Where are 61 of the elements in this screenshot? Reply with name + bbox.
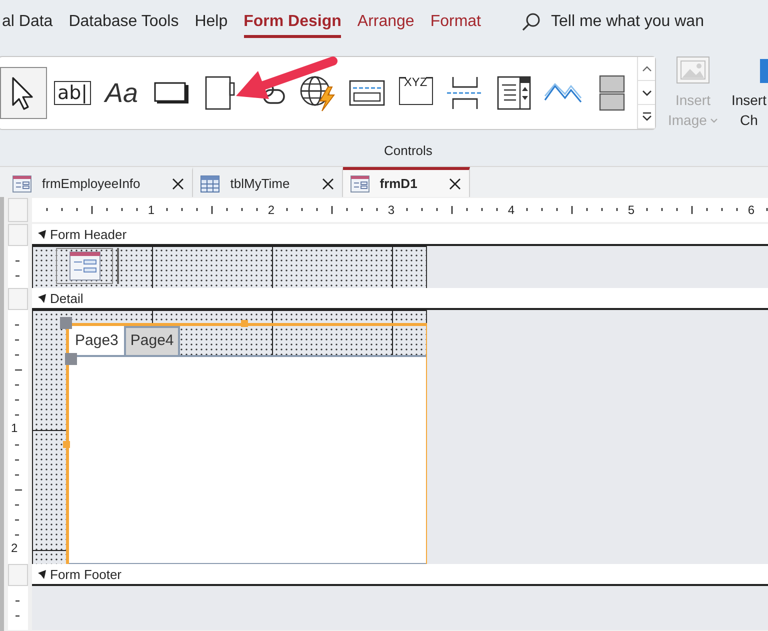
ruler-number: 2 xyxy=(268,203,275,217)
page-tab[interactable]: Page4 xyxy=(124,326,180,355)
move-handle[interactable] xyxy=(60,317,72,329)
tab-control-icon xyxy=(202,75,236,111)
section-title: Detail xyxy=(50,290,84,306)
section-marker-icon xyxy=(37,229,47,239)
section-bar[interactable]: Detail xyxy=(32,288,768,310)
ribbon-tab[interactable]: Database Tools xyxy=(68,6,179,38)
page-tab[interactable]: Page3 xyxy=(69,326,124,355)
close-icon[interactable] xyxy=(449,178,462,190)
tool-button[interactable]: XYZ xyxy=(392,67,439,119)
ruler-number: 1 xyxy=(148,203,155,217)
ruler-number: 1 xyxy=(11,421,18,435)
ruler-number: 5 xyxy=(628,203,635,217)
document-tab[interactable]: frmD1 xyxy=(342,167,470,197)
resize-handle[interactable] xyxy=(63,441,70,448)
section-title: Form Footer xyxy=(50,566,122,582)
chevron-down-icon xyxy=(642,90,652,96)
button-icon xyxy=(152,81,188,105)
ribbon-tab[interactable]: Arrange xyxy=(357,6,414,38)
tool-button[interactable]: Aa xyxy=(98,67,145,119)
window-icon xyxy=(348,78,386,108)
form-icon xyxy=(12,174,32,192)
ribbon-tab[interactable]: Help xyxy=(194,6,228,38)
rectangles-icon xyxy=(598,74,626,112)
tool-button[interactable]: ab| xyxy=(49,67,96,119)
section-bar[interactable]: Form Header xyxy=(32,224,768,246)
ribbon-tab[interactable]: Format xyxy=(430,6,481,38)
move-handle[interactable] xyxy=(65,353,77,365)
page-break-icon xyxy=(446,75,484,111)
more-icon xyxy=(642,112,652,121)
section-marker-icon xyxy=(37,293,47,303)
table-icon xyxy=(200,174,220,192)
form-icon xyxy=(68,251,100,281)
ruler-number: 3 xyxy=(388,203,395,217)
tab-control[interactable]: Page3 Page4 xyxy=(66,323,427,564)
ruler-number: 6 xyxy=(748,203,755,217)
search-icon[interactable] xyxy=(521,12,541,32)
close-icon[interactable] xyxy=(322,178,334,190)
section-bar[interactable]: Form Footer xyxy=(32,564,768,586)
group-label: Controls xyxy=(384,143,432,158)
ribbon-tab[interactable]: al Data xyxy=(2,6,53,38)
ribbon-tab[interactable]: Form Design xyxy=(244,6,342,38)
section-title: Form Header xyxy=(50,226,127,242)
close-icon[interactable] xyxy=(172,178,184,190)
ruler-number: 4 xyxy=(508,203,515,217)
resize-handle[interactable] xyxy=(241,320,248,327)
logo-control[interactable] xyxy=(56,248,113,284)
gallery-scroll-up-button[interactable] xyxy=(638,57,655,81)
picture-icon xyxy=(676,56,710,84)
list-box-icon xyxy=(496,75,532,111)
chevron-up-icon xyxy=(642,66,652,72)
tool-button[interactable] xyxy=(0,67,47,119)
ruler-ticks xyxy=(14,260,20,277)
tell-me-field[interactable]: Tell me what you wan xyxy=(551,13,713,31)
ruler-ticks xyxy=(14,600,20,617)
form-icon xyxy=(350,174,370,192)
ruler-number: 2 xyxy=(11,541,18,555)
bar-icon xyxy=(760,59,768,83)
section-marker-icon xyxy=(37,569,47,579)
insert-button[interactable]: Insert Ch xyxy=(730,56,768,130)
